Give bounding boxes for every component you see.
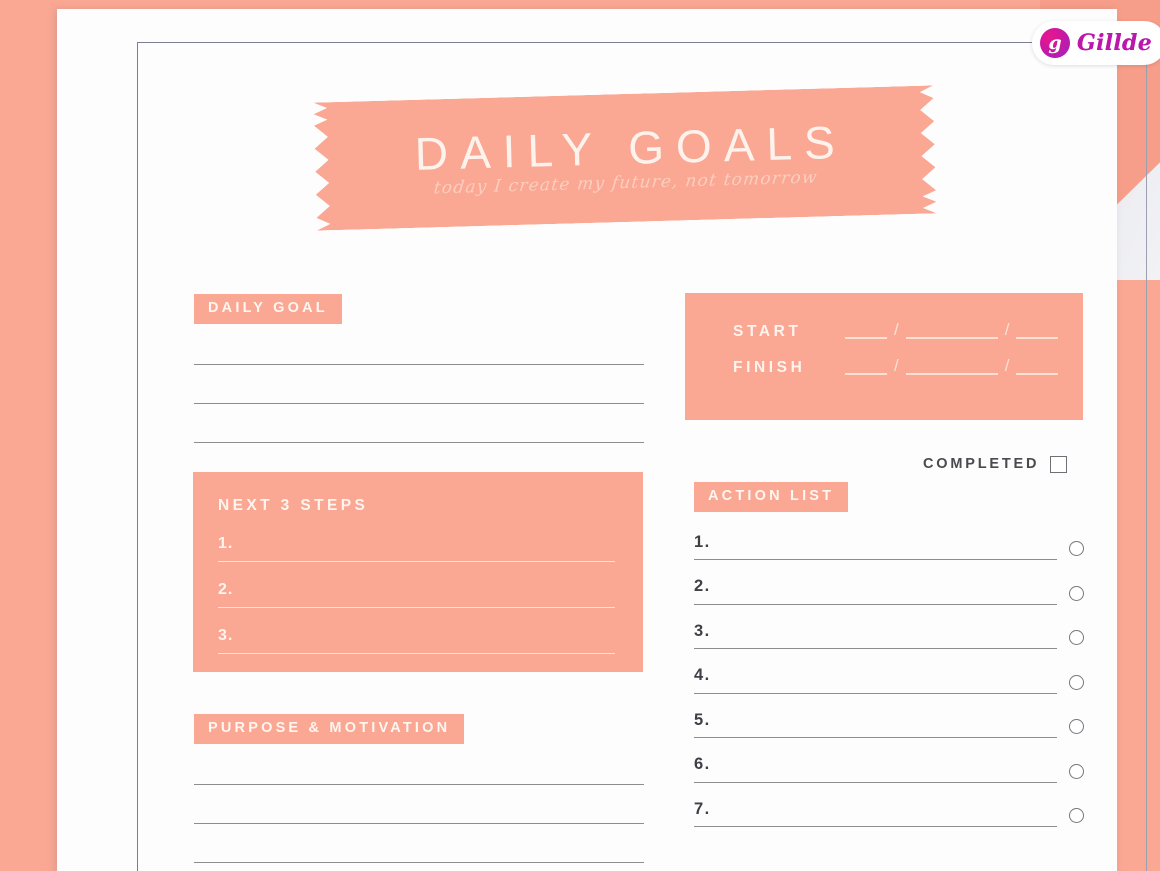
- action-item-number: 1.: [694, 532, 711, 551]
- start-date-blanks[interactable]: / /: [845, 320, 1059, 339]
- daily-goal-label: DAILY GOAL: [194, 294, 342, 324]
- finish-slash-2: /: [1004, 356, 1010, 375]
- action-item-checkbox[interactable]: [1069, 585, 1084, 601]
- gillde-wordmark: Gillde: [1077, 30, 1153, 56]
- date-range-box: START / / FINISH / /: [685, 293, 1083, 420]
- next-3-steps-label: NEXT 3 STEPS: [218, 497, 369, 514]
- start-year-blank[interactable]: [1016, 327, 1059, 339]
- finish-date-blanks[interactable]: / /: [845, 356, 1059, 375]
- next-step-row[interactable]: 3.: [218, 626, 615, 654]
- planner-sheet: DAILY GOALS today I create my future, no…: [57, 9, 1147, 871]
- action-row-field[interactable]: 4.: [694, 667, 1057, 694]
- start-slash-1: /: [894, 320, 899, 339]
- daily-goal-lines: [194, 363, 644, 443]
- action-list-row[interactable]: 7.: [694, 799, 1084, 827]
- action-list-label: ACTION LIST: [694, 482, 849, 512]
- action-item-line[interactable]: [694, 559, 1057, 560]
- next-step-row[interactable]: 2.: [218, 580, 615, 608]
- planner-content: DAILY GOALS today I create my future, no…: [137, 42, 1147, 871]
- action-item-number: 4.: [694, 666, 711, 684]
- finish-month-blank[interactable]: [905, 363, 998, 375]
- action-item-checkbox[interactable]: [1069, 630, 1084, 645]
- finish-date-row: FINISH / /: [733, 357, 1083, 375]
- start-day-blank[interactable]: [845, 327, 887, 339]
- action-item-line[interactable]: [694, 603, 1057, 605]
- action-item-checkbox[interactable]: [1069, 674, 1084, 690]
- purpose-line[interactable]: [194, 783, 644, 785]
- action-row-field[interactable]: 3.: [694, 621, 1057, 649]
- action-item-line[interactable]: [694, 781, 1057, 783]
- next-step-number: 1.: [218, 534, 234, 552]
- action-item-number: 6.: [694, 755, 711, 773]
- purpose-motivation-label: PURPOSE & MOTIVATION: [194, 714, 465, 744]
- action-row-field[interactable]: 2.: [694, 578, 1057, 605]
- action-list-row[interactable]: 2.: [694, 578, 1084, 605]
- purpose-motivation-lines: [194, 783, 644, 863]
- action-item-checkbox[interactable]: [1069, 763, 1084, 779]
- action-list-section: ACTION LIST 1. 2. 3. 4. 5. 6. 7.: [694, 482, 1084, 845]
- action-item-number: 5.: [694, 710, 711, 729]
- finish-year-blank[interactable]: [1016, 363, 1059, 375]
- gillde-g-icon: g: [1040, 28, 1070, 58]
- start-label: START: [733, 322, 802, 340]
- action-item-checkbox[interactable]: [1069, 808, 1084, 823]
- banner-ribbon: DAILY GOALS today I create my future, no…: [313, 85, 936, 230]
- gillde-logo[interactable]: g Gillde: [1032, 21, 1160, 65]
- completed-row[interactable]: COMPLETED: [923, 456, 1068, 473]
- daily-goal-line[interactable]: [194, 441, 644, 443]
- start-slash-2: /: [1004, 320, 1010, 339]
- action-row-field[interactable]: 5.: [694, 710, 1057, 738]
- action-row-field[interactable]: 6.: [694, 756, 1057, 783]
- next-step-line[interactable]: [218, 560, 615, 562]
- start-month-blank[interactable]: [905, 327, 998, 339]
- action-item-checkbox[interactable]: [1069, 719, 1084, 734]
- start-date-row: START / /: [733, 321, 1083, 339]
- next-step-line[interactable]: [218, 652, 615, 654]
- action-item-line[interactable]: [694, 648, 1057, 649]
- action-row-field[interactable]: 7.: [694, 799, 1057, 827]
- next-step-row[interactable]: 1.: [218, 534, 615, 562]
- action-list-row[interactable]: 5.: [694, 710, 1084, 738]
- daily-goal-line[interactable]: [194, 402, 644, 404]
- action-list-items: 1. 2. 3. 4. 5. 6. 7.: [694, 532, 1084, 827]
- finish-day-blank[interactable]: [845, 363, 887, 375]
- daily-goals-banner: DAILY GOALS today I create my future, no…: [313, 85, 936, 230]
- action-item-line[interactable]: [694, 737, 1057, 738]
- completed-label: COMPLETED: [923, 456, 1040, 473]
- action-item-line[interactable]: [694, 826, 1057, 827]
- next-3-steps-section: NEXT 3 STEPS 1. 2. 3.: [193, 472, 643, 672]
- action-row-field[interactable]: 1.: [694, 532, 1057, 560]
- next-step-line[interactable]: [218, 606, 615, 608]
- action-item-checkbox[interactable]: [1069, 541, 1084, 556]
- action-list-row[interactable]: 4.: [694, 667, 1084, 694]
- purpose-line[interactable]: [194, 861, 644, 863]
- next-step-number: 3.: [218, 626, 234, 644]
- finish-slash-1: /: [894, 356, 899, 375]
- daily-goal-section: DAILY GOAL: [194, 294, 644, 443]
- purpose-motivation-section: PURPOSE & MOTIVATION: [194, 714, 644, 871]
- action-item-number: 2.: [694, 577, 711, 595]
- action-list-row[interactable]: 3.: [694, 621, 1084, 649]
- next-step-number: 2.: [218, 580, 234, 598]
- action-item-line[interactable]: [694, 692, 1057, 694]
- action-list-row[interactable]: 1.: [694, 532, 1084, 560]
- daily-goal-line[interactable]: [194, 363, 644, 365]
- action-list-row[interactable]: 6.: [694, 756, 1084, 783]
- completed-checkbox[interactable]: [1050, 456, 1068, 473]
- purpose-line[interactable]: [194, 822, 644, 824]
- finish-label: FINISH: [733, 358, 806, 376]
- action-item-number: 7.: [694, 799, 711, 818]
- action-item-number: 3.: [694, 621, 711, 640]
